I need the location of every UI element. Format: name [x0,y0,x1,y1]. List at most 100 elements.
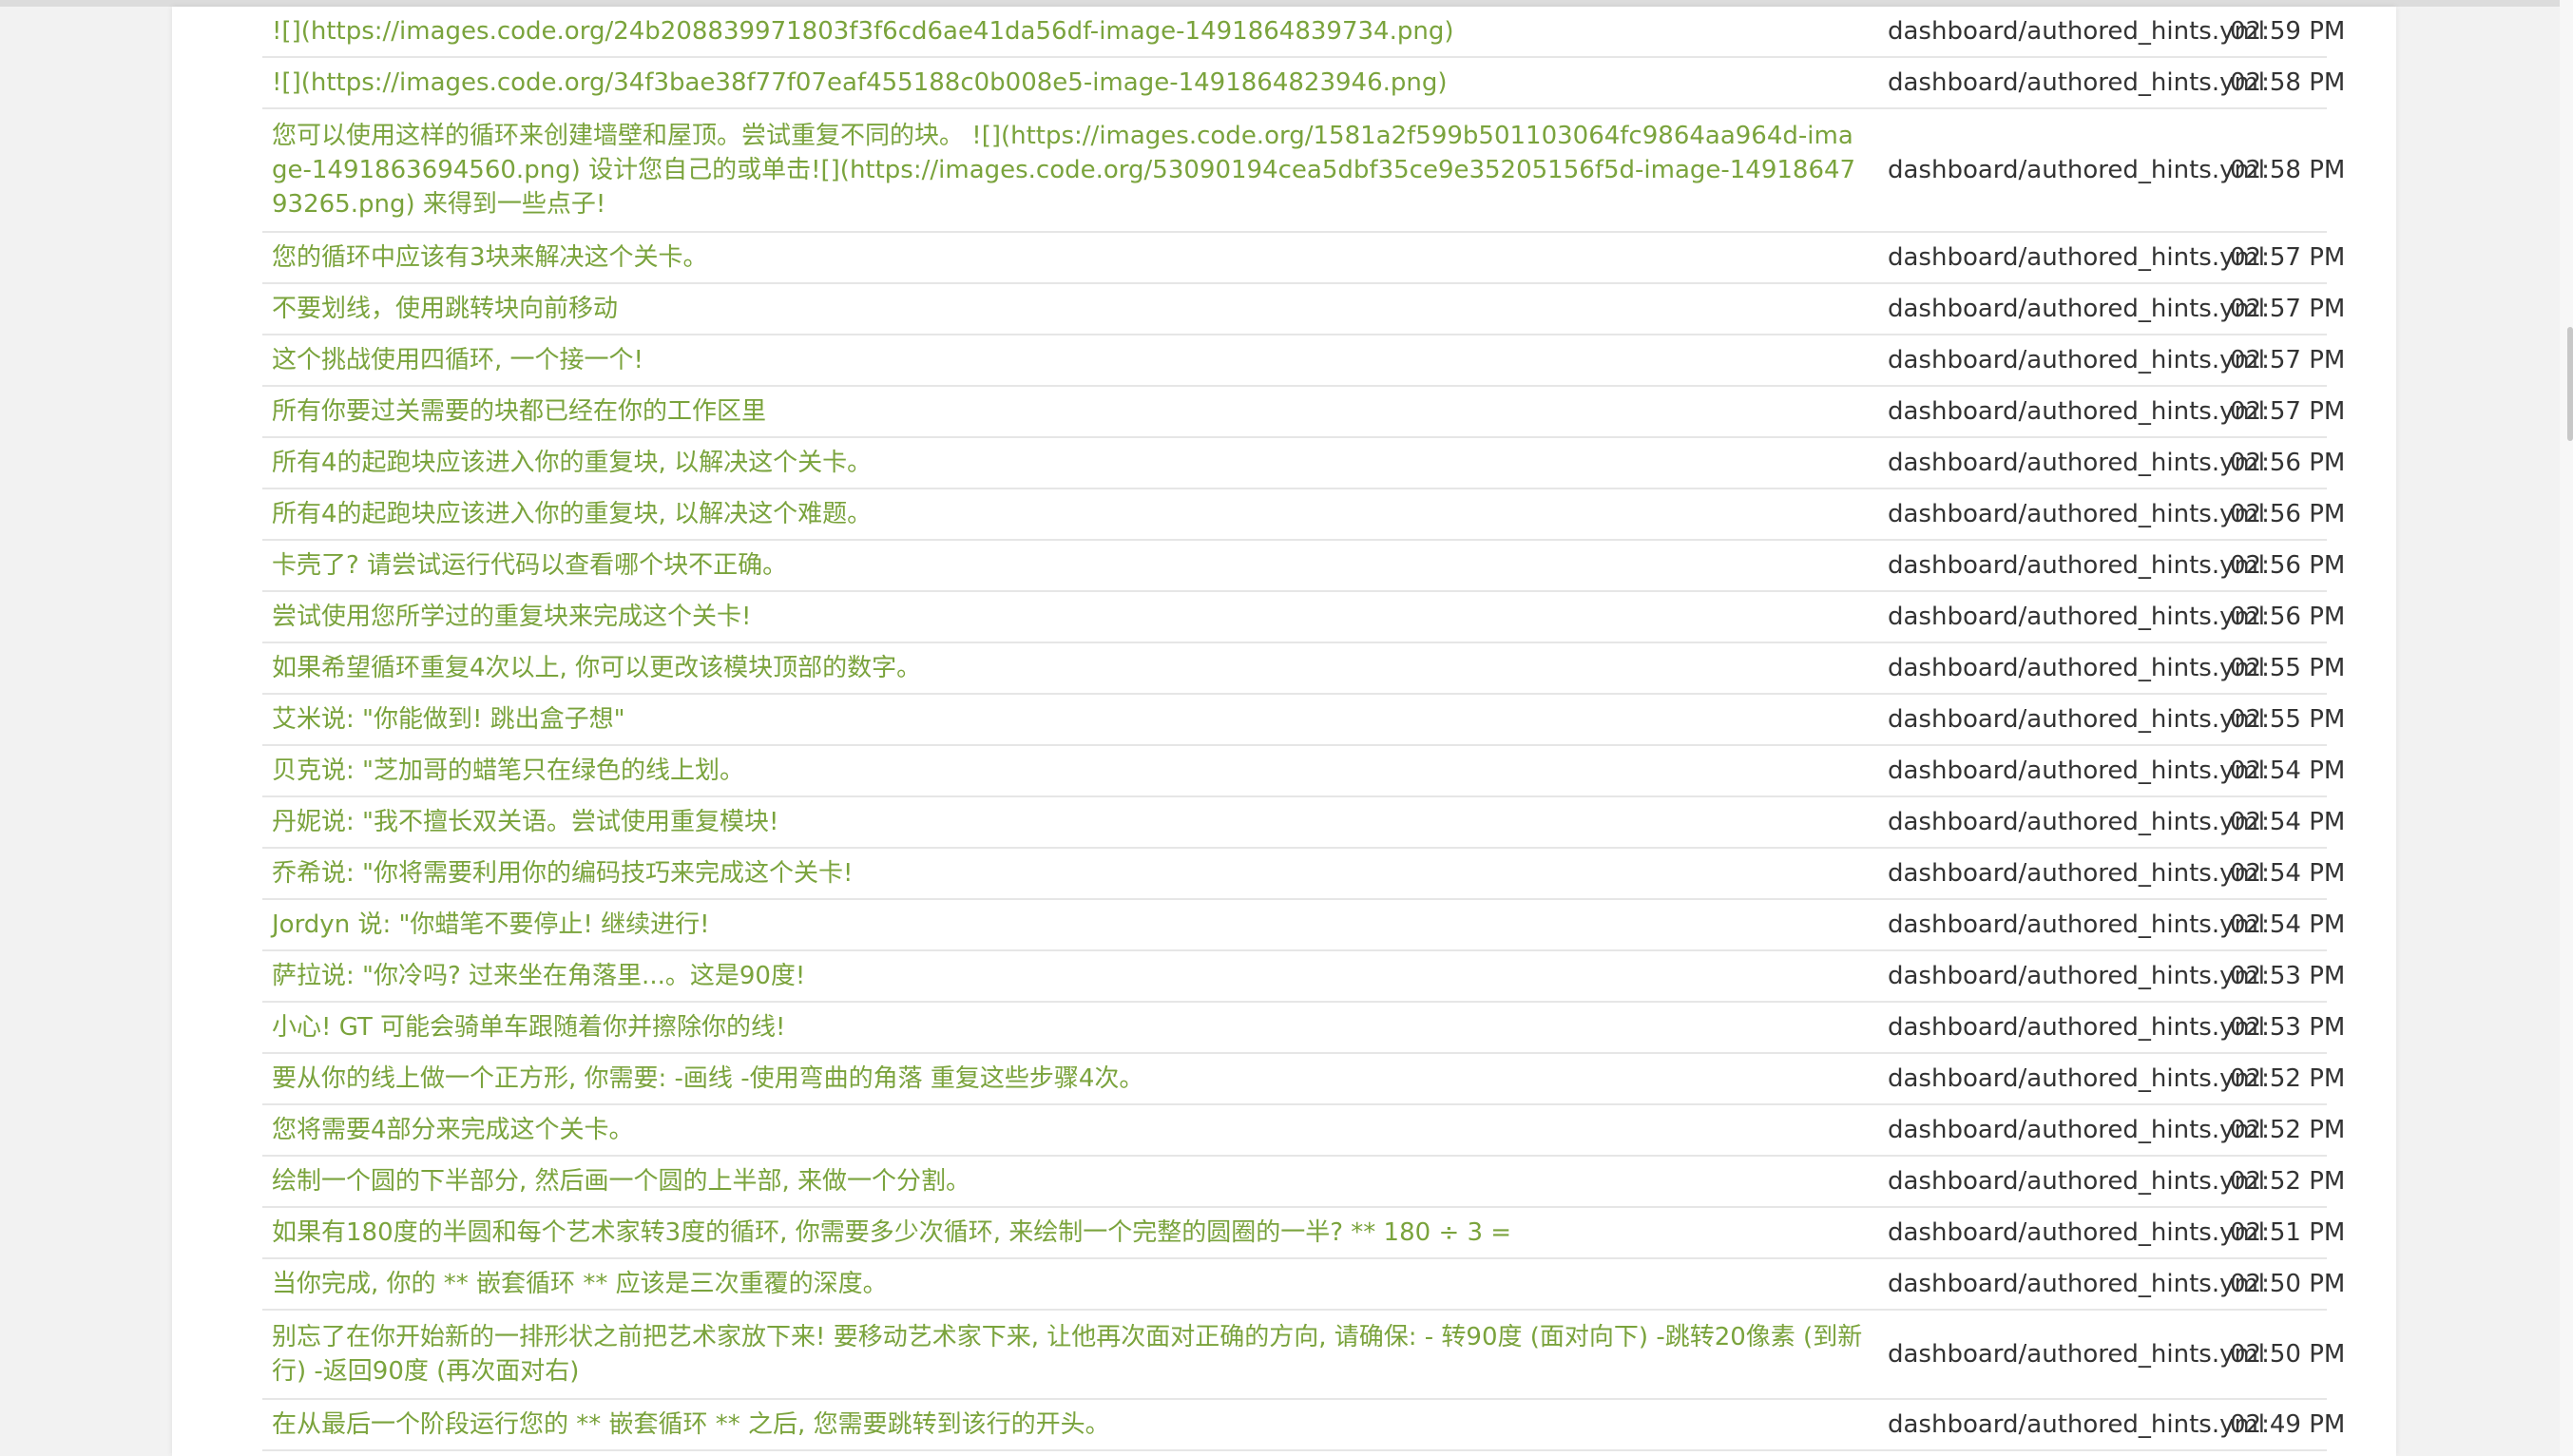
table-row: 您可以使用这样的循环来创建墙壁和屋顶。尝试重复不同的块。 ![](https:/… [262,108,2345,233]
table-row: 如果希望循环重复4次以上, 你可以更改该模块顶部的数字。 dashboard/au… [262,642,2345,695]
hint-text[interactable]: 所有你要过关需要的块都已经在你的工作区里 [262,386,1878,438]
timestamp: 02:57 PM [2220,335,2345,387]
hints-table: ![](https://images.code.org/24b208839971… [262,7,2345,1451]
source-file: dashboard/authored_hints.yml [1878,1002,2265,1054]
table-row: 绘制一个圆的下半部分, 然后画一个圆的上半部, 来做一个分割。 dashboard… [262,1156,2345,1208]
timestamp: 02:55 PM [2220,642,2345,695]
hint-text[interactable]: 别忘了在你开始新的一排形状之前把艺术家放下来! 要移动艺术家下来, 让他再次面对… [262,1310,1878,1400]
timestamp: 02:56 PM [2220,591,2345,643]
table-row: 所有4的起跑块应该进入你的重复块, 以解决这个难题。 dashboard/auth… [262,489,2345,541]
hint-text[interactable]: 所有4的起跑块应该进入你的重复块, 以解决这个关卡。 [262,437,1878,489]
timestamp: 02:56 PM [2220,437,2345,489]
timestamp: 02:53 PM [2220,950,2345,1003]
table-row: 萨拉说: "你冷吗? 过来坐在角落里...。这是90度! dashboard/au… [262,950,2345,1003]
hint-text[interactable]: 在从最后一个阶段运行您的 ** 嵌套循环 ** 之后, 您需要跳转到该行的开头。 [262,1399,1878,1451]
source-file: dashboard/authored_hints.yml [1878,1053,2265,1105]
table-row: 艾米说: "你能做到! 跳出盒子想" dashboard/authored_hin… [262,694,2345,746]
hint-text[interactable]: 所有4的起跑块应该进入你的重复块, 以解决这个难题。 [262,489,1878,541]
timestamp: 02:52 PM [2220,1104,2345,1157]
hint-text[interactable]: ![](https://images.code.org/24b208839971… [262,7,1878,58]
timestamp: 02:51 PM [2220,1207,2345,1259]
source-file: dashboard/authored_hints.yml [1878,745,2265,797]
table-row: 这个挑战使用四循环, 一个接一个! dashboard/authored_hint… [262,335,2345,387]
source-file: dashboard/authored_hints.yml [1878,1207,2265,1259]
hint-text[interactable]: ![](https://images.code.org/34f3bae38f77… [262,57,1878,109]
source-file: dashboard/authored_hints.yml [1878,1310,2265,1400]
timestamp: 02:54 PM [2220,796,2345,849]
timestamp: 02:53 PM [2220,1002,2345,1054]
hint-text[interactable]: 要从你的线上做一个正方形, 你需要: -画线 -使用弯曲的角落 重复这些步骤4次… [262,1053,1878,1105]
table-row: 贝克说: "芝加哥的蜡笔只在绿色的线上划。 dashboard/authored_… [262,745,2345,797]
hint-text[interactable]: 如果有180度的半圆和每个艺术家转3度的循环, 你需要多少次循环, 来绘制一个完… [262,1207,1878,1259]
table-row: 小心! GT 可能会骑单车跟随着你并擦除你的线! dashboard/author… [262,1002,2345,1054]
hint-text[interactable]: 小心! GT 可能会骑单车跟随着你并擦除你的线! [262,1002,1878,1054]
table-row: 您将需要4部分来完成这个关卡。 dashboard/authored_hints.… [262,1104,2345,1157]
hint-text[interactable]: 乔希说: "你将需要利用你的编码技巧来完成这个关卡! [262,848,1878,900]
table-row: 所有你要过关需要的块都已经在你的工作区里 dashboard/authored_h… [262,386,2345,438]
source-file: dashboard/authored_hints.yml [1878,57,2265,109]
timestamp: 02:56 PM [2220,489,2345,541]
table-row: 当你完成, 你的 ** 嵌套循环 ** 应该是三次重覆的深度。 dashboard… [262,1258,2345,1311]
timestamp: 02:58 PM [2220,108,2345,233]
timestamp: 02:49 PM [2220,1399,2345,1451]
source-file: dashboard/authored_hints.yml [1878,591,2265,643]
scrollbar-track[interactable] [2560,0,2573,1456]
source-file: dashboard/authored_hints.yml [1878,899,2265,951]
hint-text[interactable]: 贝克说: "芝加哥的蜡笔只在绿色的线上划。 [262,745,1878,797]
hint-text[interactable]: 您的循环中应该有3块来解决这个关卡。 [262,232,1878,284]
table-row: 丹妮说: "我不擅长双关语。尝试使用重复模块! dashboard/authore… [262,796,2345,849]
source-file: dashboard/authored_hints.yml [1878,1258,2265,1311]
hints-table-body: ![](https://images.code.org/24b208839971… [262,7,2345,1451]
source-file: dashboard/authored_hints.yml [1878,386,2265,438]
timestamp: 02:57 PM [2220,232,2345,284]
window-top-edge [0,0,2573,7]
source-file: dashboard/authored_hints.yml [1878,796,2265,849]
source-file: dashboard/authored_hints.yml [1878,283,2265,335]
hint-text[interactable]: 绘制一个圆的下半部分, 然后画一个圆的上半部, 来做一个分割。 [262,1156,1878,1208]
timestamp: 02:55 PM [2220,694,2345,746]
hint-text[interactable]: 当你完成, 你的 ** 嵌套循环 ** 应该是三次重覆的深度。 [262,1258,1878,1311]
hint-text[interactable]: 您将需要4部分来完成这个关卡。 [262,1104,1878,1157]
timestamp: 02:52 PM [2220,1053,2345,1105]
hint-text[interactable]: 萨拉说: "你冷吗? 过来坐在角落里...。这是90度! [262,950,1878,1003]
timestamp: 02:57 PM [2220,386,2345,438]
table-row: 如果有180度的半圆和每个艺术家转3度的循环, 你需要多少次循环, 来绘制一个完… [262,1207,2345,1259]
table-row: 您的循环中应该有3块来解决这个关卡。 dashboard/authored_hin… [262,232,2345,284]
source-file: dashboard/authored_hints.yml [1878,335,2265,387]
table-row: 乔希说: "你将需要利用你的编码技巧来完成这个关卡! dashboard/auth… [262,848,2345,900]
table-row: 尝试使用您所学过的重复块来完成这个关卡! dashboard/authored_h… [262,591,2345,643]
source-file: dashboard/authored_hints.yml [1878,694,2265,746]
timestamp: 02:52 PM [2220,1156,2345,1208]
timestamp: 02:56 PM [2220,540,2345,592]
table-row: 别忘了在你开始新的一排形状之前把艺术家放下来! 要移动艺术家下来, 让他再次面对… [262,1310,2345,1400]
source-file: dashboard/authored_hints.yml [1878,848,2265,900]
table-row: 卡壳了? 请尝试运行代码以查看哪个块不正确。 dashboard/authored… [262,540,2345,592]
table-row: 在从最后一个阶段运行您的 ** 嵌套循环 ** 之后, 您需要跳转到该行的开头。… [262,1399,2345,1451]
hint-text[interactable]: 您可以使用这样的循环来创建墙壁和屋顶。尝试重复不同的块。 ![](https:/… [262,108,1878,233]
source-file: dashboard/authored_hints.yml [1878,108,2265,233]
timestamp: 02:57 PM [2220,283,2345,335]
source-file: dashboard/authored_hints.yml [1878,1156,2265,1208]
hint-text[interactable]: 尝试使用您所学过的重复块来完成这个关卡! [262,591,1878,643]
hint-text[interactable]: 不要划线，使用跳转块向前移动 [262,283,1878,335]
hint-text[interactable]: 丹妮说: "我不擅长双关语。尝试使用重复模块! [262,796,1878,849]
timestamp: 02:54 PM [2220,899,2345,951]
source-file: dashboard/authored_hints.yml [1878,642,2265,695]
source-file: dashboard/authored_hints.yml [1878,232,2265,284]
table-row: ![](https://images.code.org/24b208839971… [262,7,2345,58]
timestamp: 02:50 PM [2220,1310,2345,1400]
table-row: 要从你的线上做一个正方形, 你需要: -画线 -使用弯曲的角落 重复这些步骤4次… [262,1053,2345,1105]
source-file: dashboard/authored_hints.yml [1878,437,2265,489]
table-row: ![](https://images.code.org/34f3bae38f77… [262,57,2345,109]
source-file: dashboard/authored_hints.yml [1878,950,2265,1003]
hint-text[interactable]: 艾米说: "你能做到! 跳出盒子想" [262,694,1878,746]
hint-text[interactable]: 这个挑战使用四循环, 一个接一个! [262,335,1878,387]
hint-text[interactable]: 如果希望循环重复4次以上, 你可以更改该模块顶部的数字。 [262,642,1878,695]
source-file: dashboard/authored_hints.yml [1878,1104,2265,1157]
hint-text[interactable]: Jordyn 说: "你蜡笔不要停止! 继续进行! [262,899,1878,951]
hint-text[interactable]: 卡壳了? 请尝试运行代码以查看哪个块不正确。 [262,540,1878,592]
scrollbar-thumb[interactable] [2567,327,2573,441]
timestamp: 02:58 PM [2220,57,2345,109]
source-file: dashboard/authored_hints.yml [1878,489,2265,541]
timestamp: 02:59 PM [2220,7,2345,58]
